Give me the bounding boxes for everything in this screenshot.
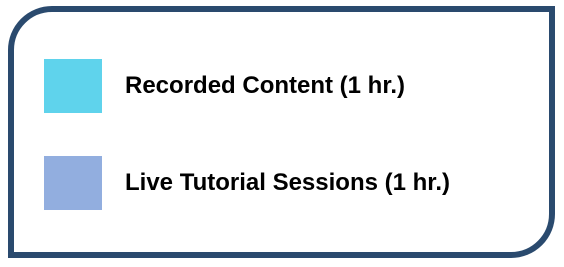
legend-swatch-live-tutorial-sessions [44, 156, 102, 210]
legend-swatch-recorded-content [44, 59, 102, 113]
legend-item-recorded-content: Recorded Content (1 hr.) [44, 59, 405, 113]
legend-label-recorded-content: Recorded Content (1 hr.) [125, 72, 406, 99]
legend-panel: Recorded Content (1 hr.) Live Tutorial S… [8, 6, 555, 258]
legend-label-live-tutorial-sessions: Live Tutorial Sessions (1 hr.) [125, 169, 450, 196]
legend-item-live-tutorial-sessions: Live Tutorial Sessions (1 hr.) [44, 156, 450, 210]
